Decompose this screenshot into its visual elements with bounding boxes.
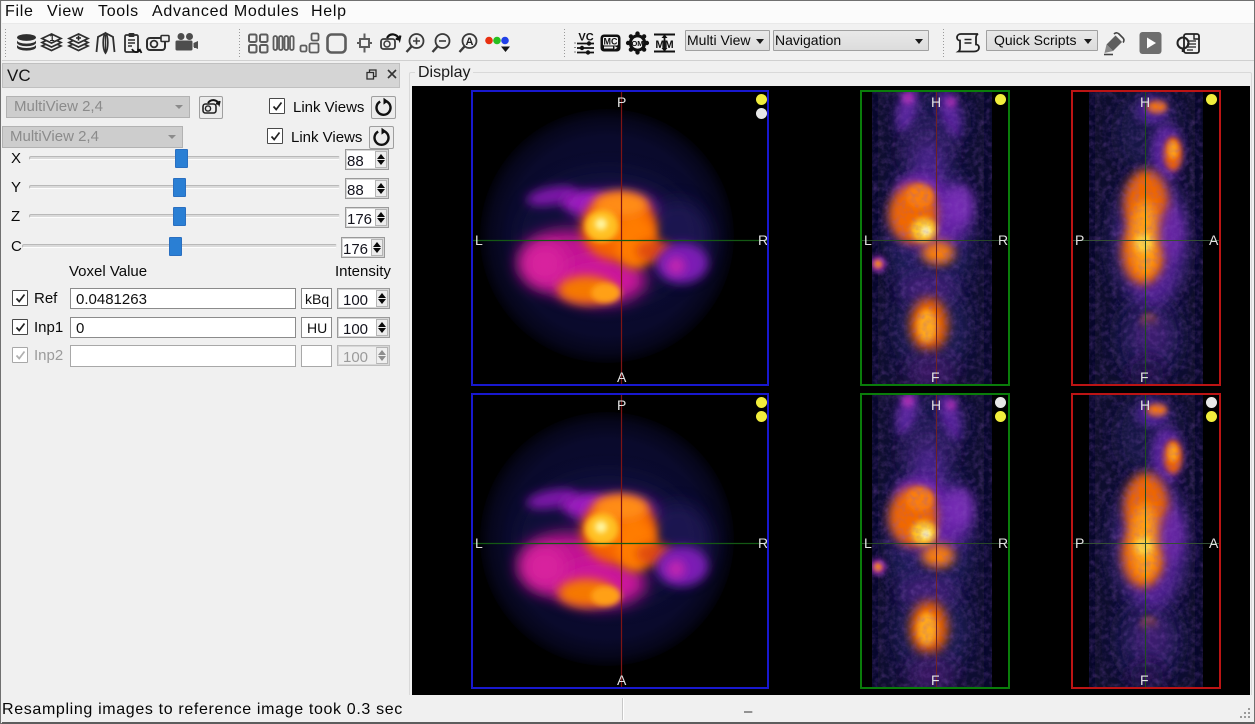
svg-text:MC: MC [604, 37, 618, 47]
svg-text:VC: VC [578, 32, 593, 44]
svg-text:1: 1 [49, 33, 54, 43]
svg-text:A: A [466, 36, 474, 48]
svg-text:OM: OM [631, 39, 643, 48]
